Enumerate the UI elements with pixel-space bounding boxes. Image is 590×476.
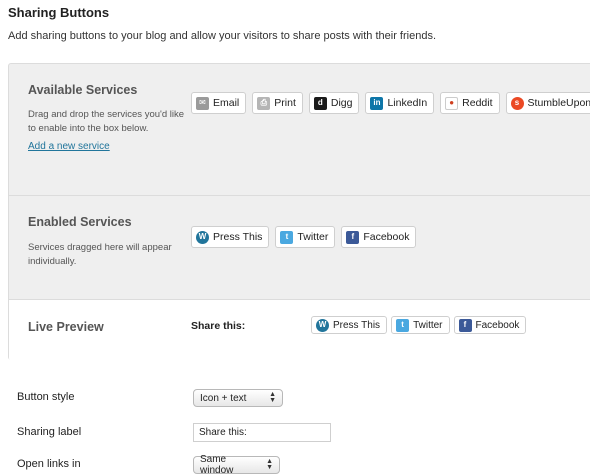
wordpress-icon: W [316,318,329,332]
sharing-services-panel: Available Services Drag and drop the ser… [8,63,590,361]
service-label: Facebook [475,319,520,331]
preview-buttons-list: W Press This t Twitter f Facebook [311,316,527,334]
stumbleupon-icon: s [510,96,524,110]
reddit-icon: ● [445,96,459,110]
service-reddit-button[interactable]: ● Reddit [440,92,500,114]
facebook-icon: f [458,318,472,332]
service-label: Facebook [363,231,410,243]
sharing-label-label: Sharing label [17,426,82,438]
service-label: StumbleUpon [527,97,590,109]
button-style-value: Icon + text [200,392,247,404]
enabled-services-note: Services dragged here will appear indivi… [28,242,172,267]
twitter-icon: t [396,318,410,332]
live-preview-section: Live Preview Share this: W Press This t … [9,299,590,361]
preview-press-this-button[interactable]: W Press This [311,316,388,334]
facebook-icon: f [346,230,360,244]
digg-icon: d [313,96,327,110]
print-icon: ⎙ [257,96,271,110]
wordpress-icon: W [196,230,209,244]
enabled-facebook-button[interactable]: f Facebook [341,226,417,248]
add-new-service-link[interactable]: Add a new service [28,141,110,152]
preview-twitter-button[interactable]: t Twitter [391,316,450,334]
service-label: Digg [330,97,353,109]
service-linkedin-button[interactable]: in LinkedIn [365,92,435,114]
service-label: Press This [333,319,381,331]
share-this-label: Share this: [191,320,246,332]
open-links-label: Open links in [17,458,81,470]
button-style-select[interactable]: Icon + text ▲ ▼ [193,389,283,407]
button-style-label: Button style [17,391,75,403]
enabled-services-heading: Enabled Services [28,215,132,229]
email-icon: ✉ [196,96,209,110]
page-description: Add sharing buttons to your blog and all… [8,30,437,42]
enabled-twitter-button[interactable]: t Twitter [275,226,336,248]
enabled-press-this-button[interactable]: W Press This [191,226,270,248]
service-label: Reddit [462,97,493,109]
twitter-icon: t [280,230,294,244]
select-arrows-icon: ▲ ▼ [266,458,273,471]
sharing-label-input[interactable] [193,423,331,442]
page-title: Sharing Buttons [8,5,110,20]
enabled-services-list: W Press This t Twitter f Facebook [191,226,417,248]
select-arrows-icon: ▲ ▼ [269,391,276,404]
service-label: LinkedIn [387,97,428,109]
live-preview-heading: Live Preview [28,320,104,334]
service-email-button[interactable]: ✉ Email [191,92,247,114]
service-label: Twitter [297,231,329,243]
available-services-heading: Available Services [28,83,138,97]
available-services-section: Available Services Drag and drop the ser… [9,64,590,195]
available-services-list: ✉ Email ⎙ Print d Digg in LinkedIn ● Red… [191,92,590,114]
open-links-value: Same window [200,454,234,476]
service-digg-button[interactable]: d Digg [308,92,360,114]
service-stumbleupon-button[interactable]: s StumbleUpon [505,92,590,114]
enabled-services-section[interactable]: Enabled Services Services dragged here w… [9,195,590,299]
service-label: Email [213,97,240,109]
service-label: Twitter [413,319,443,331]
service-label: Print [274,97,296,109]
open-links-select[interactable]: Same window ▲ ▼ [193,454,280,476]
service-label: Press This [213,231,263,243]
available-services-note: Drag and drop the services you'd like to… [28,109,185,134]
preview-facebook-button[interactable]: f Facebook [453,316,527,334]
service-print-button[interactable]: ⎙ Print [252,92,303,114]
linkedin-icon: in [370,96,384,110]
